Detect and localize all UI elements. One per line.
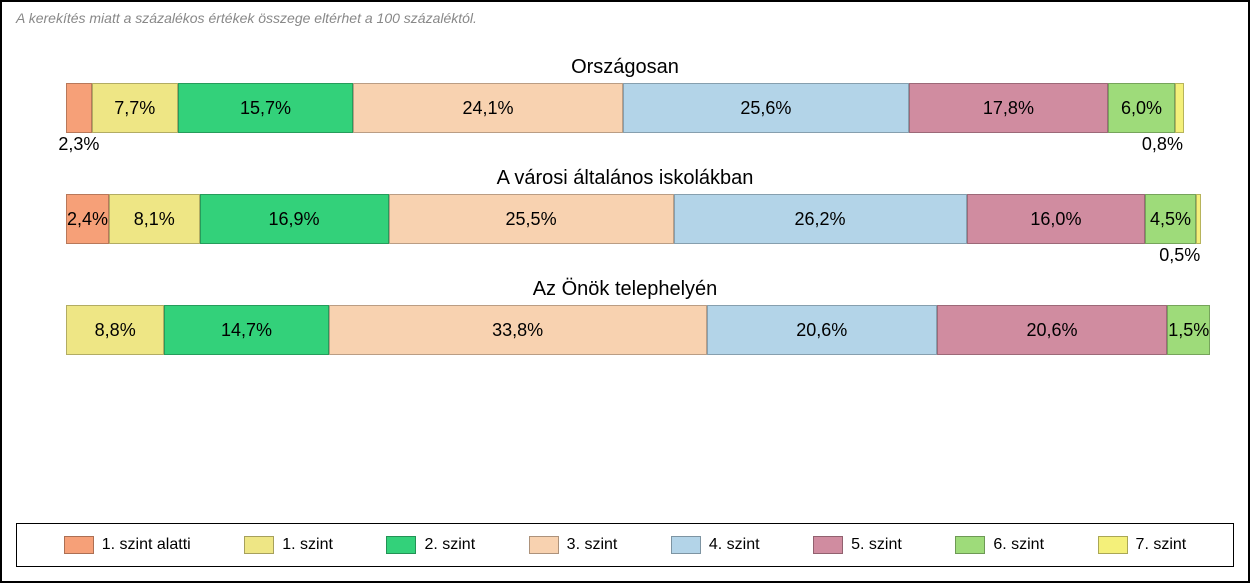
bar-title: A városi általános iskolákban [66, 167, 1184, 190]
bar-group: A városi általános iskolákban 2,4% 8,1% 16,… [66, 167, 1184, 244]
legend-label: 6. szint [993, 536, 1044, 554]
bar-segment-l3: 25,5% [389, 194, 674, 244]
segment-label: 33,8% [492, 320, 543, 341]
stacked-bar: 8,8%14,7%33,8%20,6%20,6%1,5% [66, 305, 1184, 355]
bar-segment-l1: 8,1% [109, 194, 200, 244]
bar-segment-l0: 2,4% [66, 194, 109, 244]
segment-label: 8,8% [95, 320, 136, 341]
legend-item: 2. szint [386, 536, 475, 554]
segment-label: 20,6% [796, 320, 847, 341]
bar-segment-l5: 20,6% [937, 305, 1167, 355]
bar-segment-l3: 33,8% [329, 305, 707, 355]
legend-item: 6. szint [955, 536, 1044, 554]
legend-label: 7. szint [1136, 536, 1187, 554]
segment-label: 15,7% [240, 98, 291, 119]
legend-item: 1. szint [244, 536, 333, 554]
legend-item: 5. szint [813, 536, 902, 554]
legend-swatch [244, 536, 274, 554]
segment-label: 2,4% [67, 209, 108, 230]
bar-segment-l6: 1,5% [1167, 305, 1210, 355]
segment-label: 20,6% [1027, 320, 1078, 341]
legend-swatch [64, 536, 94, 554]
bar-segment-l4: 20,6% [707, 305, 937, 355]
bar-segment-l5: 17,8% [909, 83, 1108, 133]
legend-swatch [955, 536, 985, 554]
bar-segment-l4: 25,6% [623, 83, 909, 133]
segment-label: 7,7% [114, 98, 155, 119]
segment-label: 1,5% [1168, 320, 1209, 341]
legend-swatch [386, 536, 416, 554]
legend-label: 1. szint [282, 536, 333, 554]
bar-segment-l2: 16,9% [200, 194, 389, 244]
segment-label: 16,0% [1030, 209, 1081, 230]
legend-item: 4. szint [671, 536, 760, 554]
bar-segment-l6: 6,0% [1108, 83, 1175, 133]
segment-label: 4,5% [1150, 209, 1191, 230]
segment-label: 26,2% [795, 209, 846, 230]
stacked-bar: 2,4%8,1%16,9%25,5%26,2%16,0%4,5%0,5% [66, 194, 1184, 244]
segment-label: 0,8% [1142, 132, 1183, 155]
stacked-bar: 2,3% 7,7% 15,7% 24,1% 25,6% 17,8% 6,0% 0,8% [66, 83, 1184, 133]
bar-segment-l1: 7,7% [92, 83, 178, 133]
legend-label: 3. szint [567, 536, 618, 554]
bar-segment-l2: 14,7% [164, 305, 328, 355]
legend-label: 4. szint [709, 536, 760, 554]
legend-swatch [1098, 536, 1128, 554]
legend: 1. szint alatti 1. szint 2. szint 3. szint 4… [16, 523, 1234, 567]
bar-segment-l0: 2,3% [66, 83, 92, 133]
legend-label: 2. szint [424, 536, 475, 554]
bar-segment-l7: 0,8% [1175, 83, 1184, 133]
legend-swatch [529, 536, 559, 554]
bar-group: Országosan 2,3% 7,7% 15,7% 24,1% 25,6% 17,8% 6,… [66, 56, 1184, 133]
segment-label: 25,6% [740, 98, 791, 119]
bar-segment-l6: 4,5% [1145, 194, 1195, 244]
segment-label: 16,9% [269, 209, 320, 230]
bar-title: Az Önök telephelyén [66, 278, 1184, 301]
bar-segment-l2: 15,7% [178, 83, 354, 133]
legend-label: 5. szint [851, 536, 902, 554]
segment-label: 8,1% [134, 209, 175, 230]
bar-group: Az Önök telephelyén 8,8% 14,7% 33,8% 20,6% 20… [66, 278, 1184, 355]
bar-segment-l5: 16,0% [967, 194, 1146, 244]
stacked-bar-chart: A kerekítés miatt a százalékos értékek ö… [0, 0, 1250, 583]
segment-label: 25,5% [506, 209, 557, 230]
segment-label: 14,7% [221, 320, 272, 341]
legend-label: 1. szint alatti [102, 536, 191, 554]
bar-title: Országosan [66, 56, 1184, 79]
bar-segment-l3: 24,1% [353, 83, 622, 133]
legend-item: 3. szint [529, 536, 618, 554]
legend-swatch [813, 536, 843, 554]
segment-label: 24,1% [462, 98, 513, 119]
segment-label: 6,0% [1121, 98, 1162, 119]
segment-label: 17,8% [983, 98, 1034, 119]
segment-label: 0,5% [1159, 243, 1200, 266]
bar-segment-l4: 26,2% [674, 194, 967, 244]
chart-footnote: A kerekítés miatt a százalékos értékek ö… [16, 10, 1234, 26]
bars-area: Országosan 2,3% 7,7% 15,7% 24,1% 25,6% 17,8% 6,… [16, 56, 1234, 355]
bar-segment-l7: 0,5% [1196, 194, 1202, 244]
legend-item: 7. szint [1098, 536, 1187, 554]
legend-swatch [671, 536, 701, 554]
segment-label: 2,3% [58, 132, 99, 155]
bar-segment-l1: 8,8% [66, 305, 164, 355]
legend-item: 1. szint alatti [64, 536, 191, 554]
